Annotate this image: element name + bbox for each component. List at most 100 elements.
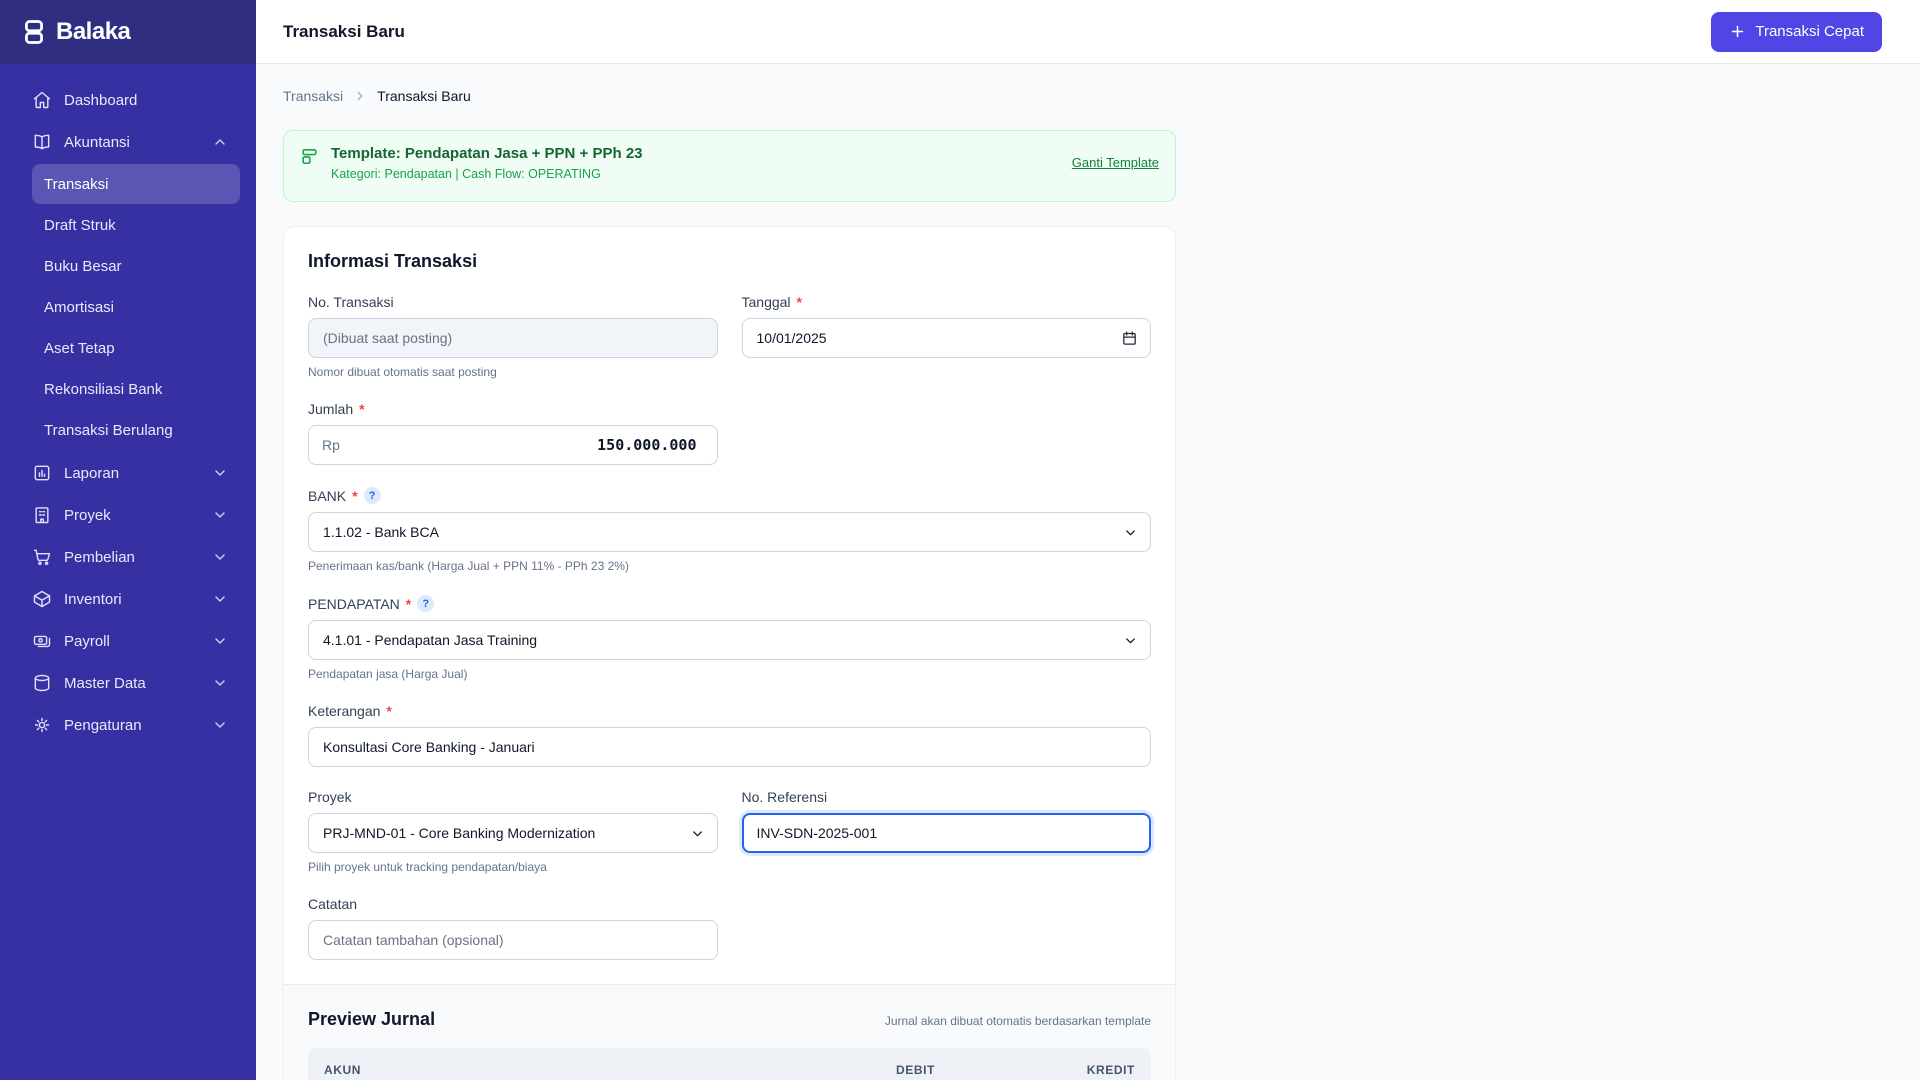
book-open-icon — [32, 132, 52, 152]
calendar-icon[interactable] — [1121, 330, 1138, 347]
preview-note: Jurnal akan dibuat otomatis berdasarkan … — [884, 1014, 1151, 1028]
no-transaksi-label: No. Transaksi — [308, 294, 394, 310]
field-no-transaksi: No. Transaksi Nomor dibuat otomatis saat… — [308, 294, 718, 379]
field-tanggal: Tanggal * 10/01/2025 — [741, 294, 1151, 379]
sidebar-item-proyek[interactable]: Proyek — [16, 495, 240, 535]
proyek-helper: Pilih proyek untuk tracking pendapatan/b… — [308, 860, 547, 874]
sidebar-subitem-rekonsiliasi-bank[interactable]: Rekonsiliasi Bank — [32, 369, 240, 409]
sidebar-item-pembelian[interactable]: Pembelian — [16, 537, 240, 577]
sidebar-subitem-transaksi-berulang[interactable]: Transaksi Berulang — [32, 410, 240, 450]
required-marker: * — [796, 294, 802, 310]
proyek-select[interactable]: PRJ-MND-01 - Core Banking Modernization — [308, 813, 718, 853]
col-kredit: KREDIT — [1086, 1063, 1135, 1077]
sidebar-item-master-data[interactable]: Master Data — [16, 663, 240, 703]
template-banner: Template: Pendapatan Jasa + PPN + PPh 23… — [283, 130, 1176, 202]
preview-title: Preview Jurnal — [308, 1009, 436, 1029]
chevron-down-icon — [1123, 525, 1138, 540]
no-transaksi-input[interactable] — [308, 318, 718, 358]
bank-help-icon[interactable]: ? — [363, 487, 381, 504]
sidebar-item-label: Dashboard — [64, 91, 138, 109]
jurnal-table-header: AKUN DEBIT KREDIT — [308, 1048, 1151, 1080]
breadcrumb: Transaksi Transaksi Baru — [283, 88, 1893, 104]
field-pendapatan: PENDAPATAN * ? 4.1.01 - Pendapatan Jasa … — [308, 595, 1151, 681]
field-jumlah: Jumlah * Rp — [308, 401, 718, 465]
breadcrumb-current: Transaksi Baru — [377, 88, 471, 104]
banknotes-icon — [32, 631, 52, 651]
sidebar-item-label: Proyek — [64, 506, 111, 524]
sidebar-item-label: Inventori — [64, 590, 122, 608]
sidebar-item-akuntansi[interactable]: Akuntansi — [16, 122, 240, 162]
sidebar-item-pengaturan[interactable]: Pengaturan — [16, 705, 240, 745]
required-marker: * — [386, 703, 392, 719]
sidebar-item-label: Akuntansi — [64, 133, 130, 151]
required-marker: * — [352, 487, 358, 504]
jumlah-input[interactable] — [308, 425, 718, 465]
sidebar-item-dashboard[interactable]: Dashboard — [16, 80, 240, 120]
bank-label: BANK — [308, 487, 347, 504]
transaction-form: Informasi Transaksi No. Transaksi Nomor … — [284, 227, 1175, 984]
brand-name: Balaka — [56, 18, 131, 45]
sidebar-item-inventori[interactable]: Inventori — [16, 579, 240, 619]
transaction-card: Informasi Transaksi No. Transaksi Nomor … — [283, 226, 1176, 1080]
sidebar-item-label: Pengaturan — [64, 716, 142, 734]
field-bank: BANK * ? 1.1.02 - Bank BCA Penerimaan ka… — [308, 487, 1151, 573]
bank-helper: Penerimaan kas/bank (Harga Jual + PPN 11… — [308, 559, 629, 573]
chevron-right-icon — [353, 89, 367, 103]
tanggal-date-input[interactable]: 10/01/2025 — [741, 318, 1151, 358]
referensi-input[interactable] — [741, 813, 1151, 853]
keterangan-label: Keterangan — [308, 703, 381, 719]
pendapatan-select[interactable]: 4.1.01 - Pendapatan Jasa Training — [308, 620, 1151, 660]
template-title: Template: Pendapatan Jasa + PPN + PPh 23 — [331, 145, 643, 162]
pendapatan-label: PENDAPATAN — [308, 595, 400, 612]
col-akun: AKUN — [324, 1063, 362, 1077]
sidebar-item-laporan[interactable]: Laporan — [16, 453, 240, 493]
chevron-down-icon — [212, 507, 228, 523]
quick-transaction-button[interactable]: Transaksi Cepat — [1711, 11, 1882, 52]
sidebar-item-label: Laporan — [64, 464, 120, 482]
field-referensi: No. Referensi — [741, 789, 1151, 874]
sidebar-submenu-akuntansi: Transaksi Draft Struk Buku Besar Amortisasi… — [16, 164, 240, 453]
pendapatan-help-icon[interactable]: ? — [417, 595, 435, 612]
proyek-label: Proyek — [308, 789, 352, 805]
main-column: Transaksi Baru Transaksi Cepat Transaksi… — [256, 0, 1920, 1080]
chevron-up-icon — [212, 134, 228, 150]
field-keterangan: Keterangan * — [308, 703, 1151, 767]
report-icon — [32, 463, 52, 483]
sidebar-subitem-aset-tetap[interactable]: Aset Tetap — [32, 328, 240, 368]
template-subtitle: Kategori: Pendapatan | Cash Flow: OPERAT… — [331, 167, 601, 181]
chevron-down-icon — [212, 591, 228, 607]
change-template-link[interactable]: Ganti Template — [1072, 155, 1159, 170]
sidebar-item-label: Payroll — [64, 632, 110, 650]
gear-icon — [32, 715, 52, 735]
sidebar-subitem-amortisasi[interactable]: Amortisasi — [32, 287, 240, 327]
keterangan-input[interactable] — [308, 727, 1151, 767]
sidebar-subitem-draft-struk[interactable]: Draft Struk — [32, 205, 240, 245]
jumlah-label: Jumlah — [308, 401, 354, 417]
cart-icon — [32, 547, 52, 567]
sidebar-item-label: Pembelian — [64, 548, 135, 566]
pendapatan-helper: Pendapatan jasa (Harga Jual) — [308, 667, 468, 681]
bank-select[interactable]: 1.1.02 - Bank BCA — [308, 512, 1151, 552]
plus-icon — [1729, 23, 1746, 40]
required-marker: * — [405, 595, 412, 612]
chevron-down-icon — [212, 675, 228, 691]
chevron-down-icon — [690, 826, 705, 841]
building-icon — [32, 505, 52, 525]
sidebar-subitem-transaksi[interactable]: Transaksi — [32, 164, 240, 204]
template-icon — [300, 145, 319, 166]
sidebar-item-label: Master Data — [64, 674, 146, 692]
sidebar-item-payroll[interactable]: Payroll — [16, 621, 240, 661]
referensi-label: No. Referensi — [741, 789, 828, 805]
chevron-down-icon — [212, 717, 228, 733]
preview-jurnal-section: Preview Jurnal Jurnal akan dibuat otomat… — [284, 984, 1175, 1080]
brand-logo[interactable]: Balaka — [0, 0, 256, 64]
chevron-down-icon — [1123, 633, 1138, 648]
database-icon — [32, 673, 52, 693]
sidebar: Balaka Dashboard Akuntansi Transaksi Draft … — [0, 0, 256, 1080]
no-transaksi-helper: Nomor dibuat otomatis saat posting — [308, 365, 497, 379]
sidebar-subitem-buku-besar[interactable]: Buku Besar — [32, 246, 240, 286]
col-debit: DEBIT — [896, 1063, 935, 1077]
form-wrap: Template: Pendapatan Jasa + PPN + PPh 23… — [283, 130, 1176, 1080]
catatan-input[interactable] — [308, 920, 718, 960]
breadcrumb-parent[interactable]: Transaksi — [283, 88, 343, 104]
